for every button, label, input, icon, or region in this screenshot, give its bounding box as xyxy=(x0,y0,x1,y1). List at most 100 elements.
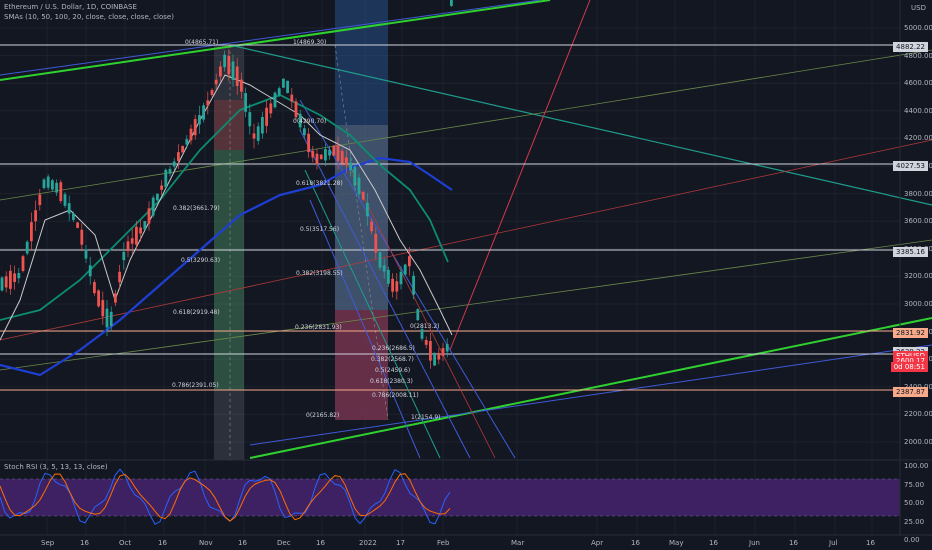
top-green-trendline xyxy=(0,0,551,81)
top-blue-trendline xyxy=(0,0,541,76)
candle-body xyxy=(429,340,432,361)
candle-body xyxy=(294,101,298,118)
candle-body xyxy=(164,169,168,188)
candle-body xyxy=(395,281,399,292)
time-tick: 16 xyxy=(238,539,247,547)
candle-body xyxy=(244,93,247,112)
fib-label: 0.236(2686.5) xyxy=(372,345,415,352)
fib-label: 0.5(2459.6) xyxy=(375,367,411,374)
candle-body xyxy=(118,271,121,283)
candle-body xyxy=(277,88,281,95)
time-tick: 17 xyxy=(396,539,405,547)
stoch-legend[interactable]: Stoch RSI (3, 5, 13, 13, close) xyxy=(4,463,108,471)
candle-body xyxy=(25,241,29,254)
candle-body xyxy=(76,222,79,228)
time-tick: Jul xyxy=(829,539,838,547)
candle-body xyxy=(9,270,12,289)
candle-body xyxy=(450,0,453,6)
candle-body xyxy=(420,329,424,339)
candle-body xyxy=(374,233,378,253)
time-tick: Mar xyxy=(511,539,525,547)
candle-body xyxy=(303,128,306,136)
time-tick: Oct xyxy=(119,539,132,547)
time-tick: Feb xyxy=(437,539,450,547)
price-tag: 2831.92 xyxy=(893,328,928,338)
time-tick: 16 xyxy=(631,539,640,547)
fib-label: 0(4290.70) xyxy=(293,118,327,125)
candle-body xyxy=(17,272,21,279)
candle-body xyxy=(21,256,25,271)
sma-legend[interactable]: SMAs (10, 50, 100, 20, close, close, clo… xyxy=(4,13,174,21)
fib-label: 0.618(2380.3) xyxy=(370,378,413,385)
candle-body xyxy=(151,197,155,216)
candle-body xyxy=(55,182,58,193)
candle-body xyxy=(261,116,264,134)
candle-body xyxy=(391,278,394,292)
candle-body xyxy=(177,152,180,161)
candle-body xyxy=(84,249,88,259)
candle-body xyxy=(273,92,277,108)
candle-body xyxy=(93,282,96,294)
candle-body xyxy=(357,177,361,195)
fib-label: 0.382(3198.55) xyxy=(296,270,343,277)
price-tick: 4600.00 xyxy=(904,79,932,88)
price-tick: 3800.00 xyxy=(904,189,932,198)
candle-body xyxy=(46,176,50,188)
candle-body xyxy=(332,145,336,156)
fib-zone-left-red xyxy=(214,100,244,150)
fib-label: 0.618(2919.48) xyxy=(173,309,220,316)
chart-stage[interactable]: Ethereum / U.S. Dollar, 1D, COINBASE SMA… xyxy=(0,0,932,550)
candle-body xyxy=(214,79,218,85)
candle-body xyxy=(126,241,130,252)
price-tick: 5000.00 xyxy=(904,24,932,32)
candle-body xyxy=(122,251,126,261)
candle-body xyxy=(408,256,411,267)
candle-body xyxy=(378,252,382,268)
candle-body xyxy=(172,161,176,167)
candle-body xyxy=(139,227,142,234)
candle-body xyxy=(168,168,172,174)
candle-body xyxy=(256,126,260,141)
symbol-legend[interactable]: Ethereum / U.S. Dollar, 1D, COINBASE xyxy=(4,3,137,11)
fib-label: 0.5(3290.63) xyxy=(181,257,221,264)
fib-label: 0.5(3517.56) xyxy=(300,226,340,233)
candle-body xyxy=(340,150,344,164)
candle-body xyxy=(80,229,84,245)
candle-body xyxy=(328,149,331,156)
candle-body xyxy=(265,107,268,126)
price-tag: 3385.16 xyxy=(893,247,928,257)
candle-body xyxy=(382,265,386,272)
candle-body xyxy=(412,275,415,295)
candle-body xyxy=(147,208,151,224)
candle-body xyxy=(235,66,239,87)
candle-body xyxy=(416,309,420,321)
candle-body xyxy=(315,153,319,165)
candle-body xyxy=(387,269,390,284)
stoch-tick: 50.00 xyxy=(904,499,925,507)
time-tick: Nov xyxy=(199,539,213,547)
fib-label: 0.382(2568.7) xyxy=(371,356,414,363)
time-tick: 16 xyxy=(709,539,718,547)
candle-body xyxy=(206,100,210,106)
candle-body xyxy=(130,238,134,244)
candle-body xyxy=(227,55,231,75)
candle-body xyxy=(307,133,310,153)
candle-body xyxy=(231,61,235,80)
candle-body xyxy=(319,154,323,160)
fib-label: 0.786(2008.11) xyxy=(372,392,419,399)
candle-body xyxy=(361,192,365,200)
candle-body xyxy=(445,344,449,352)
candle-body xyxy=(269,103,273,114)
channel-line-1 xyxy=(299,99,516,459)
stoch-tick: 25.00 xyxy=(904,517,925,526)
candle-body xyxy=(160,185,163,190)
fib-label: 0.382(3661.79) xyxy=(173,205,220,212)
price-chart[interactable] xyxy=(0,0,932,550)
candle-body xyxy=(282,78,285,88)
price-tag: 4027.53 xyxy=(893,161,928,171)
candle-body xyxy=(370,221,373,232)
candle-body xyxy=(38,194,42,206)
time-tick: Apr xyxy=(591,539,604,547)
price-tag: 2387.87 xyxy=(893,387,928,397)
candle-body xyxy=(51,180,54,190)
